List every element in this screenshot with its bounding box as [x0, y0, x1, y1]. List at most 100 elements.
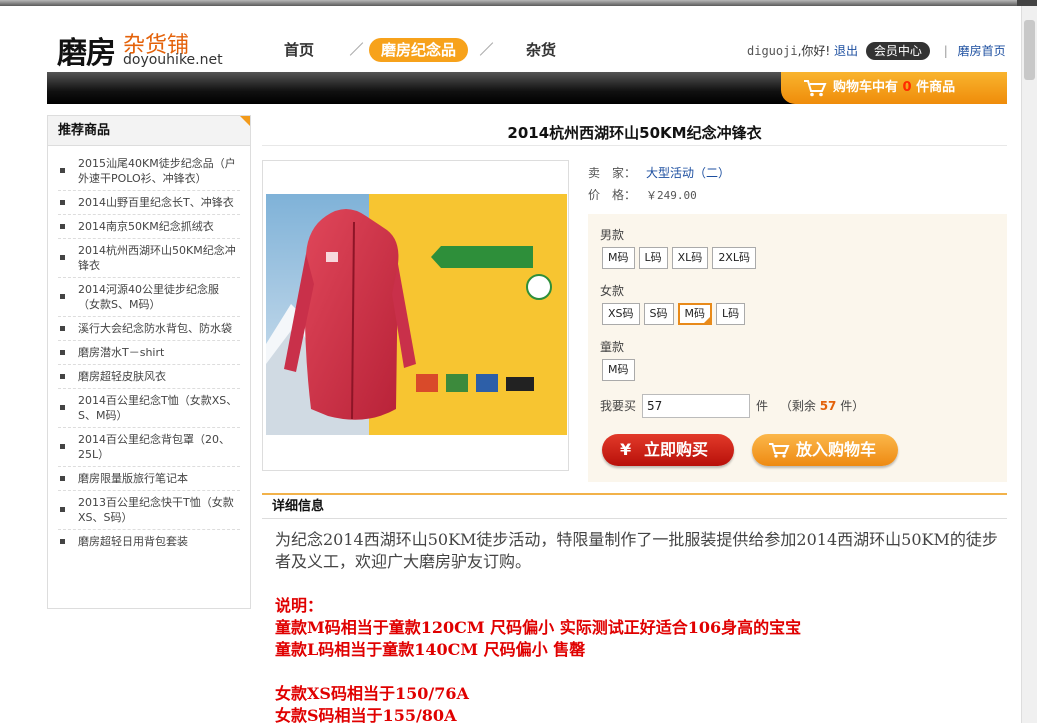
sidebar-title-text: 推荐商品 — [58, 123, 111, 138]
women-note-line: 女款S码相当于155/80A — [275, 706, 457, 723]
sidebar-item-label: 2014杭州西湖环山50KM纪念冲锋衣 — [78, 244, 236, 272]
cart-count: 0 — [902, 80, 912, 95]
womens-sizes: XS码 S码 M码 L码 — [602, 303, 749, 325]
sidebar-item[interactable]: 2013百公里纪念快干T恤（女款XS、S码） — [58, 491, 240, 530]
cart-summary[interactable]: 购物车中有 0 件商品 — [781, 72, 1007, 104]
detail-content: 为纪念2014西湖环山50KM徒步活动，特限量制作了一批服装提供给参加2014西… — [275, 529, 1005, 723]
size-option[interactable]: M码 — [602, 359, 635, 381]
bullet-icon — [60, 538, 65, 544]
kids-sizes: M码 — [602, 359, 639, 381]
sidebar-list: 2015汕尾40KM徒步纪念品（户外速干POLO衫、冲锋衣） 2014山野百里纪… — [48, 146, 250, 553]
sidebar-item-label: 2013百公里纪念快干T恤（女款XS、S码） — [78, 496, 234, 524]
purchase-options: 男款 M码 L码 XL码 2XL码 女款 XS码 S码 M码 L码 童款 M码 我要买 57 件… — [588, 214, 1007, 482]
divider: | — [943, 44, 948, 58]
sidebar-item[interactable]: 2014河源40公里徒步纪念服（女款S、M码） — [58, 278, 240, 317]
nav-goods[interactable]: 杂货 — [526, 38, 556, 62]
yen-icon: ¥ — [620, 440, 632, 459]
sidebar-item-label: 2014百公里纪念背包罩（20、25L） — [78, 433, 230, 461]
stock-count: 57 — [819, 399, 837, 413]
site-home-link[interactable]: 磨房首页 — [958, 44, 1006, 58]
stock-suffix: 件） — [840, 399, 865, 413]
mens-label: 男款 — [600, 228, 625, 242]
bullet-icon — [60, 405, 65, 410]
sidebar-item[interactable]: 2014南京50KM纪念抓绒衣 — [58, 215, 240, 239]
product-image-frame — [262, 160, 569, 471]
womens-label: 女款 — [600, 284, 625, 298]
cart-prefix: 购物车中有 — [833, 80, 899, 95]
note-title: 说明： — [275, 596, 324, 615]
kids-note-line: 童款M码相当于童款120CM 尺码偏小 实际测试正好适合106身高的宝宝 — [275, 618, 802, 637]
cart-icon — [769, 443, 790, 458]
seller-link[interactable]: 大型活动（二） — [646, 166, 730, 180]
women-note-line: 女款XS码相当于150/76A — [275, 684, 469, 703]
size-option[interactable]: M码 — [602, 247, 635, 269]
greeting: ,你好! — [797, 44, 831, 58]
detail-header: 详细信息 — [262, 493, 1007, 519]
scrollbar-thumb[interactable] — [1024, 20, 1035, 80]
sidebar-item[interactable]: 2015汕尾40KM徒步纪念品（户外速干POLO衫、冲锋衣） — [58, 152, 240, 191]
bullet-icon — [60, 255, 65, 260]
price-label: 价 格： — [588, 188, 637, 202]
size-option[interactable]: 2XL码 — [712, 247, 756, 269]
logout-link[interactable]: 退出 — [834, 44, 858, 58]
bullet-icon — [60, 349, 65, 355]
quantity-row: 我要买 57 件 （剩余 57 件） — [600, 394, 864, 418]
cart-suffix: 件商品 — [916, 80, 956, 95]
bullet-icon — [60, 199, 65, 205]
nav-separator — [348, 40, 366, 58]
sidebar-item[interactable]: 磨房潜水T－shirt — [58, 341, 240, 365]
nav-home[interactable]: 首页 — [284, 38, 314, 62]
sidebar-item-label: 磨房超轻日用背包套装 — [78, 535, 188, 548]
size-option[interactable]: S码 — [643, 303, 674, 325]
member-center-button[interactable]: 会员中心 — [865, 42, 930, 60]
size-option[interactable]: XS码 — [602, 303, 640, 325]
sidebar-item-label: 磨房潜水T－shirt — [78, 346, 165, 359]
page-scrollbar[interactable] — [1021, 6, 1037, 723]
sidebar-item-label: 2014河源40公里徒步纪念服（女款S、M码） — [78, 283, 219, 311]
product-meta: 卖 家： 大型活动（二） 价 格： ￥249.00 — [588, 162, 730, 206]
sidebar-item[interactable]: 2014百公里纪念背包罩（20、25L） — [58, 428, 240, 467]
sidebar-item[interactable]: 磨房限量版旅行笔记本 — [58, 467, 240, 491]
kids-label: 童款 — [600, 340, 625, 354]
sidebar-item[interactable]: 溪行大会纪念防水背包、防水袋 — [58, 317, 240, 341]
add-to-cart-label: 放入购物车 — [796, 440, 877, 459]
sidebar-item-label: 2014南京50KM纪念抓绒衣 — [78, 220, 214, 233]
browser-top-strip — [0, 0, 1037, 6]
size-option[interactable]: XL码 — [671, 247, 709, 269]
sidebar-item-label: 2014山野百里纪念长T、冲锋衣 — [78, 196, 234, 209]
add-to-cart-button[interactable]: 放入购物车 — [752, 434, 898, 466]
bullet-icon — [60, 444, 65, 449]
buy-now-button[interactable]: ¥ 立即购买 — [602, 434, 734, 466]
cart-icon — [804, 80, 827, 97]
sidebar-item[interactable]: 2014山野百里纪念长T、冲锋衣 — [58, 191, 240, 215]
quantity-input[interactable]: 57 — [642, 394, 751, 418]
product-title: 2014杭州西湖环山50KM纪念冲锋衣 — [262, 120, 1007, 146]
bullet-icon — [60, 168, 65, 173]
size-option[interactable]: L码 — [638, 247, 668, 269]
price-value: ￥249.00 — [646, 189, 697, 202]
unit-label: 件 — [756, 399, 769, 413]
size-option-selected[interactable]: M码 — [677, 303, 713, 325]
sidebar-item-label: 磨房限量版旅行笔记本 — [78, 472, 188, 485]
logo-domain: doyouhike.net — [123, 52, 223, 68]
bullet-icon — [60, 373, 65, 379]
sidebar-item[interactable]: 2014百公里纪念T恤（女款XS、S、M码） — [58, 389, 240, 428]
size-option[interactable]: L码 — [716, 303, 746, 325]
sidebar-item[interactable]: 磨房超轻日用背包套装 — [58, 530, 240, 553]
username: diguoji — [747, 44, 798, 58]
mens-sizes: M码 L码 XL码 2XL码 — [602, 247, 760, 269]
sidebar-item[interactable]: 磨房超轻皮肤风衣 — [58, 365, 240, 389]
sidebar-item[interactable]: 2014杭州西湖环山50KM纪念冲锋衣 — [58, 239, 240, 278]
bullet-icon — [60, 507, 65, 512]
sidebar-item-label: 磨房超轻皮肤风衣 — [78, 370, 166, 383]
price-row: 价 格： ￥249.00 — [588, 184, 730, 206]
product-image[interactable] — [266, 194, 567, 435]
user-bar: diguoji,你好! 退出 会员中心 | 磨房首页 — [747, 41, 1006, 61]
corner-accent — [240, 116, 250, 126]
header-bar: 购物车中有 0 件商品 — [47, 72, 1007, 104]
nav-souvenirs[interactable]: 磨房纪念品 — [369, 38, 469, 62]
buy-now-label: 立即购买 — [644, 440, 709, 459]
kids-note-line: 童款L码相当于童款140CM 尺码偏小 售罄 — [275, 640, 586, 659]
